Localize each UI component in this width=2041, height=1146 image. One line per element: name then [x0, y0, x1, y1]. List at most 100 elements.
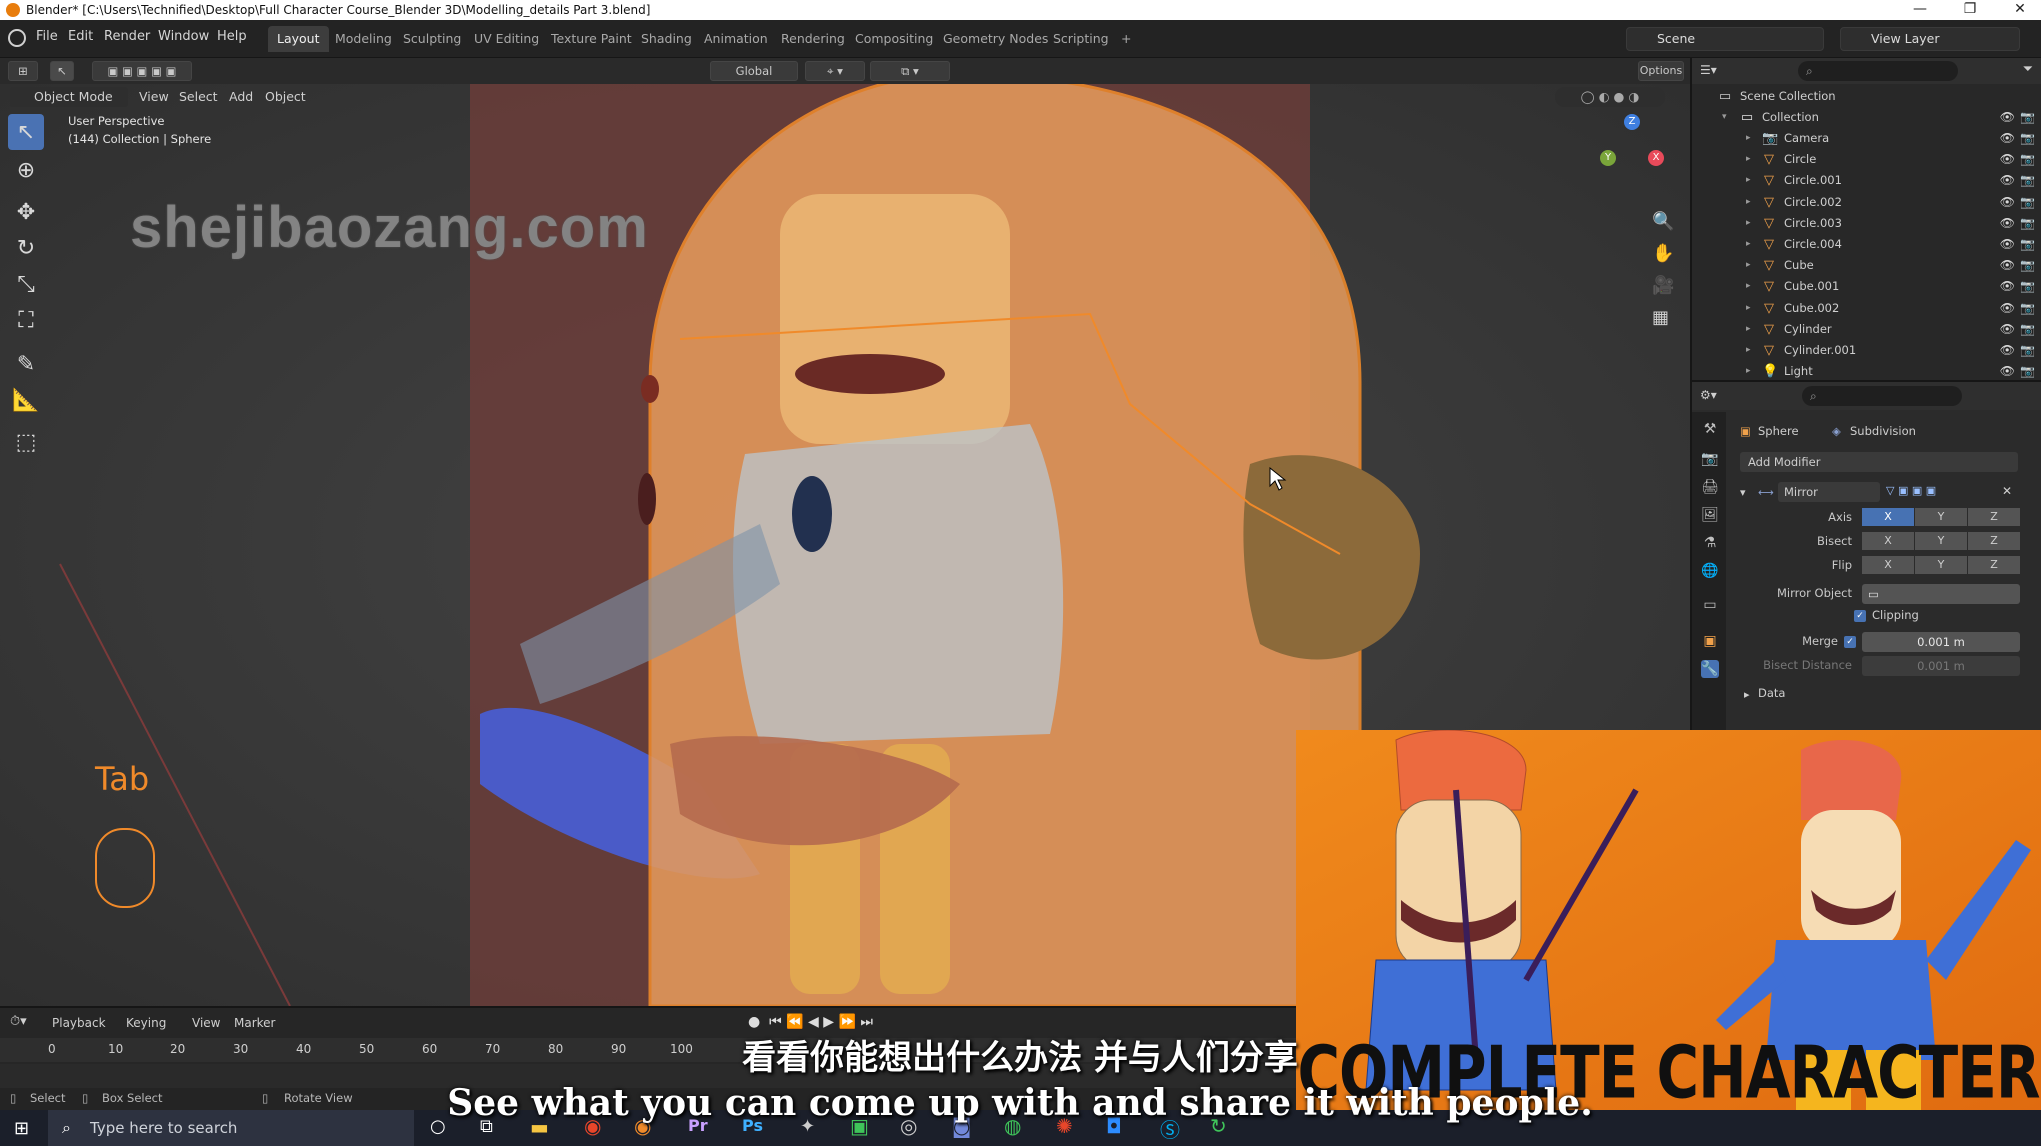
render-camera-icon[interactable]: 📷 — [2020, 340, 2035, 361]
render-camera-icon[interactable]: 📷 — [2020, 149, 2035, 170]
tab-layout[interactable]: Layout — [268, 26, 329, 52]
modifier-tab-icon[interactable]: 🔧 — [1701, 660, 1719, 678]
view-layer-selector[interactable]: View Layer — [1840, 27, 2020, 51]
axis-y-toggle[interactable]: Y — [1915, 508, 1967, 526]
pivot-point-dropdown[interactable]: ⌖ ▾ — [805, 61, 865, 81]
viewport-menu-add[interactable]: Add — [229, 89, 253, 104]
timeline-editor-icon[interactable]: ⏱▾ — [10, 1014, 27, 1029]
rotate-tool-icon[interactable]: ↻ — [8, 230, 44, 266]
tab-rendering[interactable]: Rendering — [772, 26, 854, 52]
gizmo-z-axis[interactable]: Z — [1624, 114, 1640, 130]
gizmo-y-axis[interactable]: Y — [1600, 150, 1616, 166]
merge-checkbox[interactable]: ✓ — [1844, 636, 1856, 648]
render-camera-icon[interactable]: 📷 — [2020, 298, 2035, 319]
viewport-menu-view[interactable]: View — [139, 89, 169, 104]
axis-x-toggle[interactable]: X — [1862, 508, 1914, 526]
outliner-collection[interactable]: ▾ ▭ Collection 👁 📷 — [1692, 107, 2041, 128]
tab-texture-paint[interactable]: Texture Paint — [542, 26, 641, 52]
render-camera-icon[interactable]: 📷 — [2020, 213, 2035, 234]
visibility-eye-icon[interactable]: 👁 — [2000, 213, 2015, 234]
flip-y-toggle[interactable]: Y — [1915, 556, 1967, 574]
menu-help[interactable]: Help — [217, 29, 247, 44]
axis-z-toggle[interactable]: Z — [1968, 508, 2020, 526]
minimize-button[interactable]: — — [1900, 0, 1940, 20]
viewport-menu-object[interactable]: Object — [265, 89, 306, 104]
object-tab-icon[interactable]: ▣ — [1701, 632, 1719, 650]
timeline-menu-playback[interactable]: Playback — [52, 1016, 106, 1030]
outliner-item[interactable]: ▸ ▽ Circle.003 👁 📷 — [1692, 213, 2041, 234]
tab-scripting[interactable]: Scripting — [1044, 26, 1118, 52]
expand-arrow-icon[interactable]: ▸ — [1746, 234, 1751, 255]
measure-tool-icon[interactable]: 📐 — [8, 382, 44, 418]
object-mode-dropdown[interactable]: Object Mode — [10, 87, 128, 107]
menu-edit[interactable]: Edit — [68, 29, 93, 44]
visibility-eye-icon[interactable]: 👁 — [2000, 298, 2015, 319]
visibility-eye-icon[interactable]: 👁 — [2000, 128, 2015, 149]
clipping-checkbox[interactable]: ✓ — [1854, 610, 1866, 622]
outliner-item[interactable]: ▸ ▽ Circle.002 👁 📷 — [1692, 192, 2041, 213]
timeline-menu-keying[interactable]: Keying — [126, 1016, 166, 1030]
visibility-eye-icon[interactable]: 👁 — [2000, 192, 2015, 213]
tab-sculpting[interactable]: Sculpting — [394, 26, 470, 52]
expand-arrow-icon[interactable]: ▸ — [1746, 276, 1751, 297]
outliner-editor-icon[interactable]: ☰▾ — [1700, 63, 1717, 77]
visibility-eye-icon[interactable]: 👁 — [2000, 149, 2015, 170]
tab-compositing[interactable]: Compositing — [846, 26, 942, 52]
visibility-eye-icon[interactable]: 👁 — [2000, 319, 2015, 340]
outliner-item[interactable]: ▸ ▽ Circle.001 👁 📷 — [1692, 170, 2041, 191]
tab-geometry-nodes[interactable]: Geometry Nodes — [934, 26, 1057, 52]
modifier-toggle-icons[interactable]: ▽ ▣ ▣ ▣ — [1886, 484, 1936, 497]
annotate-tool-icon[interactable]: ✎ — [8, 346, 44, 382]
outliner-item[interactable]: ▸ 📷 Camera 👁 📷 — [1692, 128, 2041, 149]
world-tab-icon[interactable]: 🌐 — [1701, 562, 1719, 580]
render-camera-icon[interactable]: 📷 — [2020, 170, 2035, 191]
visibility-eye-icon[interactable]: 👁 — [2000, 107, 2015, 128]
data-subpanel-toggle[interactable]: ▸ — [1744, 688, 1750, 701]
modifier-delete-icon[interactable]: ✕ — [2002, 484, 2012, 498]
visibility-eye-icon[interactable]: 👁 — [2000, 255, 2015, 276]
outliner-filter-icon[interactable]: ⏷ — [2023, 62, 2033, 77]
menu-file[interactable]: File — [36, 29, 58, 44]
playback-controls[interactable]: ● ⏮ ⏪ ◀ ▶ ⏩ ⏭ — [748, 1014, 873, 1030]
outliner-item[interactable]: ▸ ▽ Cube.001 👁 📷 — [1692, 276, 2041, 297]
taskbar-search-input[interactable]: ⌕ Type here to search — [48, 1110, 414, 1146]
output-tab-icon[interactable]: 🖨 — [1701, 478, 1719, 496]
shading-mode-buttons[interactable]: ◯ ◐ ● ◑ — [1555, 87, 1665, 107]
options-dropdown[interactable]: Options — [1638, 61, 1684, 81]
select-mode-button[interactable]: ↖ — [50, 61, 74, 81]
editor-type-button[interactable]: ⊞ — [8, 61, 38, 81]
selection-mode-group[interactable]: ▣ ▣ ▣ ▣ ▣ — [92, 61, 192, 81]
expand-arrow-icon[interactable]: ▸ — [1746, 128, 1751, 149]
tab-uv-editing[interactable]: UV Editing — [465, 26, 548, 52]
menu-window[interactable]: Window — [158, 29, 209, 44]
flip-z-toggle[interactable]: Z — [1968, 556, 2020, 574]
outliner-search-input[interactable]: ⌕ — [1798, 61, 1958, 81]
expand-arrow-icon[interactable]: ▸ — [1746, 192, 1751, 213]
render-camera-icon[interactable]: 📷 — [2020, 128, 2035, 149]
viewport-menu-select[interactable]: Select — [179, 89, 218, 104]
outliner-item[interactable]: ▸ ▽ Circle 👁 📷 — [1692, 149, 2041, 170]
outliner-item[interactable]: ▸ ▽ Cylinder 👁 📷 — [1692, 319, 2041, 340]
restore-button[interactable]: ❐ — [1950, 0, 1990, 20]
mirror-object-field[interactable]: ▭ — [1862, 584, 2020, 604]
visibility-eye-icon[interactable]: 👁 — [2000, 276, 2015, 297]
add-cube-tool-icon[interactable]: ⬚ — [8, 424, 44, 460]
timeline-menu-view[interactable]: View — [192, 1016, 220, 1030]
modifier-name-field[interactable]: Mirror — [1778, 482, 1880, 502]
render-camera-icon[interactable]: 📷 — [2020, 192, 2035, 213]
snapping-dropdown[interactable]: ⧉ ▾ — [870, 61, 950, 81]
tool-tab-icon[interactable]: ⚒ — [1701, 420, 1719, 438]
outliner-item[interactable]: ▸ ▽ Cube.002 👁 📷 — [1692, 298, 2041, 319]
cursor-tool-icon[interactable]: ⊕ — [8, 152, 44, 188]
menu-render[interactable]: Render — [104, 29, 150, 44]
properties-search-input[interactable]: ⌕ — [1802, 386, 1962, 406]
visibility-eye-icon[interactable]: 👁 — [2000, 234, 2015, 255]
transform-orientation-dropdown[interactable]: Global — [710, 61, 798, 81]
close-button[interactable]: ✕ — [2000, 0, 2040, 20]
transform-tool-icon[interactable]: ⛶ — [8, 302, 44, 338]
expand-arrow-icon[interactable]: ▸ — [1746, 340, 1751, 361]
outliner-item[interactable]: ▸ ▽ Cylinder.001 👁 📷 — [1692, 340, 2041, 361]
blender-menu-icon[interactable] — [8, 29, 26, 47]
tab-shading[interactable]: Shading — [632, 26, 701, 52]
render-camera-icon[interactable]: 📷 — [2020, 255, 2035, 276]
